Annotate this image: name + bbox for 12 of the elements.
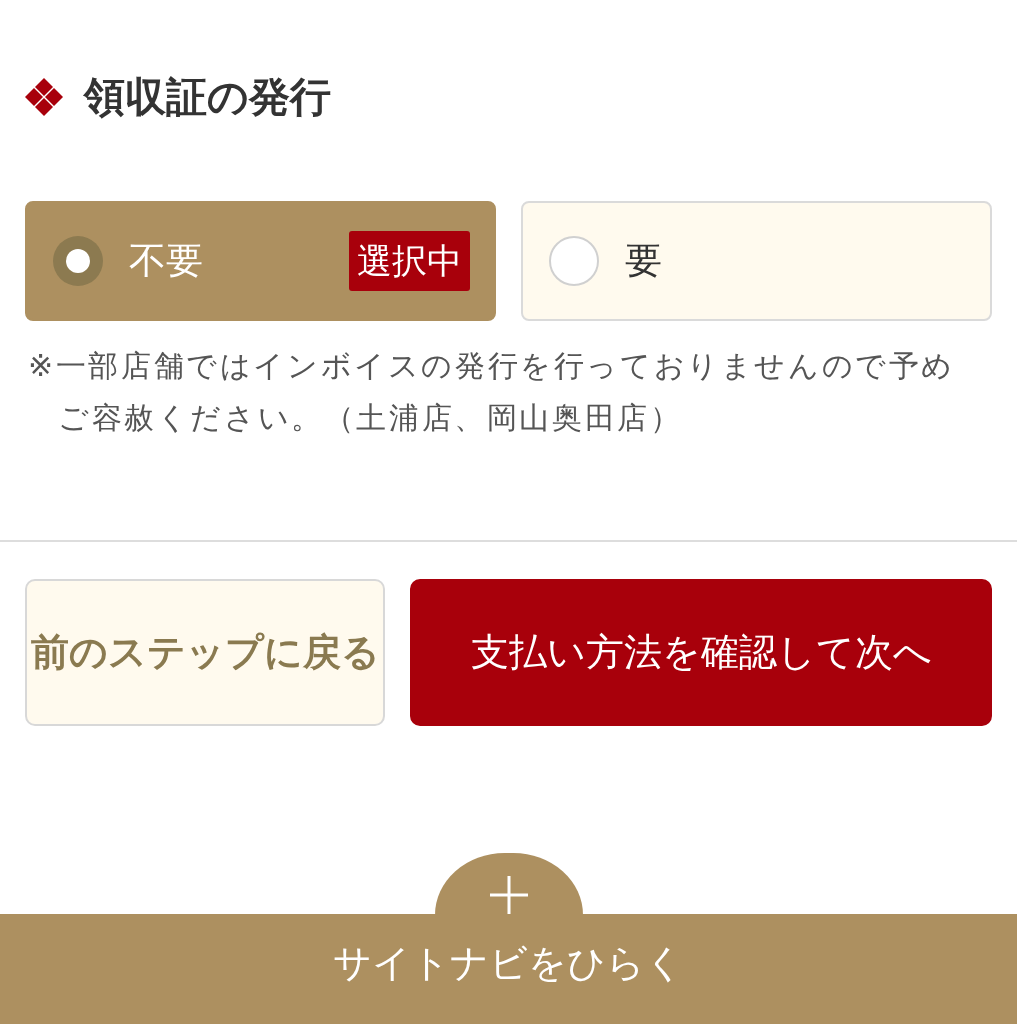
diamond-icon bbox=[25, 78, 63, 116]
section-title: 領収証の発行 bbox=[84, 72, 331, 122]
option-card[interactable]: 不要 選択中 bbox=[25, 201, 496, 321]
selected-badge: 選択中 bbox=[349, 231, 470, 291]
option-label: 要 bbox=[625, 238, 663, 284]
back-button[interactable]: 前のステップに戻る bbox=[25, 579, 385, 726]
option-label: 不要 bbox=[129, 238, 204, 284]
radio-icon[interactable] bbox=[549, 236, 599, 286]
next-button[interactable]: 支払い方法を確認して次へ bbox=[410, 579, 992, 726]
option-card[interactable]: 要 bbox=[521, 201, 992, 321]
radio-selected-icon[interactable] bbox=[53, 236, 103, 286]
invoice-note: ※一部店舗ではインボイスの発行を行っておりませんので予めご容赦ください。（土浦店、岡山奥田店） bbox=[28, 347, 956, 437]
